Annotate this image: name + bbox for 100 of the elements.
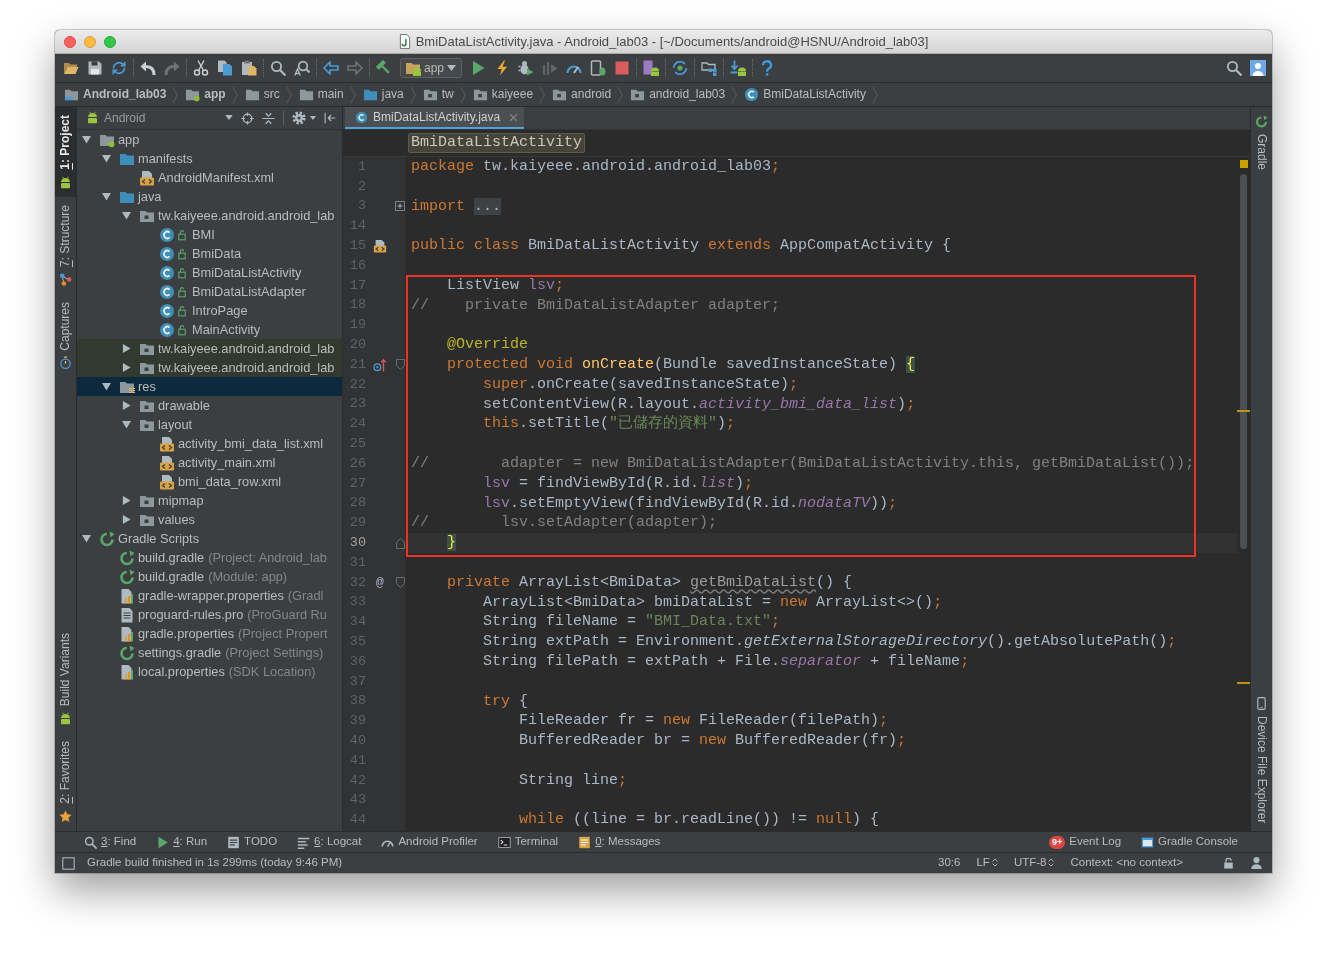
caret-right-icon[interactable] <box>121 344 131 353</box>
gear-icon[interactable] <box>292 111 306 125</box>
run-configuration-dropdown[interactable]: app <box>400 58 463 78</box>
download-android-icon[interactable] <box>730 60 747 76</box>
tool-window-button[interactable]: 6: Logcat <box>287 832 372 852</box>
bug-icon[interactable] <box>518 60 535 76</box>
search-icon[interactable] <box>270 60 286 76</box>
tool-window-button[interactable]: 3: Find <box>74 832 147 852</box>
hide-icon[interactable] <box>324 112 336 124</box>
tree-item[interactable]: AndroidManifest.xml <box>77 168 342 187</box>
caret-down-icon[interactable] <box>101 154 111 163</box>
tree-item[interactable]: BMI <box>77 225 342 244</box>
circle-arrow-icon[interactable] <box>373 357 387 372</box>
close-window-button[interactable] <box>64 35 76 48</box>
tool-window-button[interactable]: Device File Explorer <box>1251 688 1272 831</box>
tree-item[interactable]: app <box>77 130 342 149</box>
tool-window-button[interactable]: Captures <box>55 293 76 378</box>
plus-box-icon[interactable] <box>395 201 405 212</box>
hammer-icon[interactable] <box>376 60 392 76</box>
breadcrumb-item[interactable]: src <box>244 82 299 107</box>
tree-item[interactable]: res <box>77 377 342 396</box>
breadcrumb-item[interactable]: android <box>552 82 631 107</box>
collapse-icon[interactable] <box>262 111 275 125</box>
fold-marker-icon[interactable] <box>395 537 405 549</box>
sync-circle-icon[interactable] <box>672 60 689 76</box>
tree-item[interactable]: tw.kaiyeee.android.android_lab <box>77 206 342 225</box>
breadcrumb-item[interactable]: java <box>362 82 423 107</box>
scrollbar-thumb[interactable] <box>1240 174 1247 549</box>
breadcrumb-item[interactable]: Android_lab03 <box>64 82 186 107</box>
scissors-icon[interactable] <box>193 60 209 76</box>
tree-item[interactable]: Gradle Scripts <box>77 529 342 548</box>
fold-marker-icon[interactable] <box>395 359 405 371</box>
tool-window-button[interactable]: TODO <box>217 832 288 852</box>
caret-right-icon[interactable] <box>121 363 131 372</box>
undo-icon[interactable] <box>140 60 156 76</box>
tool-window-button[interactable]: 2: Favorites <box>55 733 76 831</box>
encoding-selector[interactable]: UTF-8 <box>1013 856 1055 870</box>
tree-item[interactable]: activity_bmi_data_list.xml <box>77 434 342 453</box>
play-icon[interactable] <box>470 60 487 76</box>
tree-item[interactable]: BmiDataListActivity <box>77 263 342 282</box>
tool-window-button[interactable]: 0: Messages <box>568 832 671 852</box>
tree-item[interactable]: tw.kaiyeee.android.android_lab <box>77 339 342 358</box>
tree-item[interactable]: MainActivity <box>77 320 342 339</box>
breadcrumb-item[interactable]: app <box>185 82 245 107</box>
fold-marker-icon[interactable] <box>395 577 405 589</box>
tool-window-button[interactable]: Terminal <box>487 832 569 852</box>
tree-item[interactable]: BmiDataListAdapter <box>77 282 342 301</box>
tree-item[interactable]: drawable <box>77 396 342 415</box>
caret-right-icon[interactable] <box>121 515 131 524</box>
tree-item[interactable]: tw.kaiyeee.android.android_lab <box>77 358 342 377</box>
layout-file-icon[interactable] <box>373 239 387 254</box>
tree-item[interactable]: gradle.properties (Project Propert <box>77 624 342 643</box>
caret-position[interactable]: 30:6 <box>938 856 961 870</box>
tree-item[interactable]: build.gradle (Module: app) <box>77 567 342 586</box>
tool-window-button[interactable]: Android Profiler <box>371 832 488 852</box>
lock-icon[interactable] <box>1223 857 1234 869</box>
editor-tab[interactable]: BmiDataListActivity.java <box>345 107 525 129</box>
folder-squares-icon[interactable] <box>701 60 718 76</box>
tool-window-button[interactable]: 7: Structure <box>55 196 76 294</box>
tool-window-button[interactable]: Gradle Console <box>1131 832 1248 852</box>
tree-item[interactable]: mipmap <box>77 491 342 510</box>
caret-right-icon[interactable] <box>121 401 131 410</box>
tool-window-button[interactable]: Gradle <box>1251 107 1272 179</box>
back-arrow-icon[interactable] <box>323 60 339 76</box>
stop-icon[interactable] <box>614 60 631 76</box>
tree-item[interactable]: activity_main.xml <box>77 453 342 472</box>
caret-down-icon[interactable] <box>101 192 111 201</box>
crosshair-icon[interactable] <box>241 111 254 125</box>
copy-icon[interactable] <box>217 60 233 76</box>
search-icon[interactable] <box>1226 60 1242 76</box>
tree-item[interactable]: values <box>77 510 342 529</box>
breadcrumb-item[interactable]: kaiyeee <box>472 82 553 107</box>
tool-window-button[interactable]: Build Variants <box>55 625 76 734</box>
caret-down-icon[interactable] <box>101 382 111 391</box>
view-dropdown[interactable]: Android <box>86 110 233 126</box>
tree-item[interactable]: layout <box>77 415 342 434</box>
tree-item[interactable]: BmiData <box>77 244 342 263</box>
gutter-marker[interactable]: @ <box>376 574 384 591</box>
caret-down-icon[interactable] <box>81 534 91 543</box>
caret-right-icon[interactable] <box>121 496 131 505</box>
caret-down-icon[interactable] <box>81 135 91 144</box>
tree-item[interactable]: IntroPage <box>77 301 342 320</box>
person-icon[interactable] <box>1250 856 1263 870</box>
tree-item[interactable]: build.gradle (Project: Android_lab <box>77 548 342 567</box>
breadcrumb-item[interactable]: BmiDataListActivity <box>408 133 586 153</box>
breadcrumb-item[interactable]: BmiDataListActivity <box>744 82 885 107</box>
tree-item[interactable]: manifests <box>77 149 342 168</box>
line-separator-selector[interactable]: LF <box>976 856 998 870</box>
paste-icon[interactable] <box>241 60 257 76</box>
caret-down-icon[interactable] <box>121 211 131 220</box>
square-icon[interactable] <box>62 856 75 870</box>
open-folder-icon[interactable] <box>63 60 79 76</box>
caret-down-icon[interactable] <box>121 420 131 429</box>
phone-android-icon[interactable] <box>643 60 660 76</box>
tree-item[interactable]: java <box>77 187 342 206</box>
tool-window-button[interactable]: 1: Project <box>55 107 76 197</box>
breadcrumb-item[interactable]: main <box>298 82 363 107</box>
tree-item[interactable]: settings.gradle (Project Settings) <box>77 643 342 662</box>
phone-bug-icon[interactable] <box>590 60 607 76</box>
sync-icon[interactable] <box>111 60 127 76</box>
